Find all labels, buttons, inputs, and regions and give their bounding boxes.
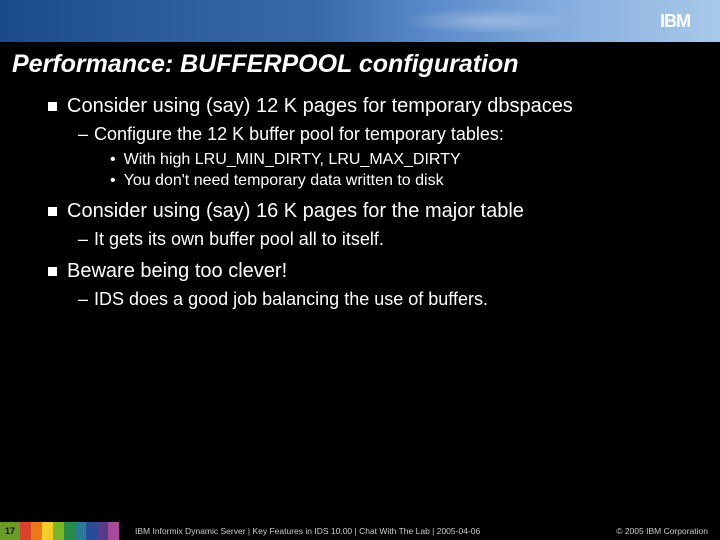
content-body: Consider using (say) 12 K pages for temp… [0, 85, 720, 310]
color-swatch [31, 522, 42, 540]
color-swatch [86, 522, 97, 540]
bullet-dot-1-1: • With high LRU_MIN_DIRTY, LRU_MAX_DIRTY [110, 151, 700, 169]
page-number: 17 [0, 522, 20, 540]
color-swatch [97, 522, 108, 540]
square-bullet-icon [48, 102, 57, 111]
sub-text: Configure the 12 K buffer pool for tempo… [94, 124, 504, 145]
bullet-sub-1-1: – Configure the 12 K buffer pool for tem… [78, 124, 700, 145]
color-swatch [108, 522, 119, 540]
bullet-text: Consider using (say) 12 K pages for temp… [67, 95, 573, 118]
color-swatch [53, 522, 64, 540]
bullet-main-2: Consider using (say) 16 K pages for the … [48, 200, 700, 223]
bullet-main-1: Consider using (say) 12 K pages for temp… [48, 95, 700, 118]
ibm-logo: IBM [660, 11, 690, 32]
bullet-dot-1-2: • You don't need temporary data written … [110, 172, 700, 190]
bullet-text: Beware being too clever! [67, 260, 287, 283]
square-bullet-icon [48, 207, 57, 216]
bullet-text: Consider using (say) 16 K pages for the … [67, 200, 524, 223]
slide-title: Performance: BUFFERPOOL configuration [0, 42, 720, 85]
bullet-main-3: Beware being too clever! [48, 260, 700, 283]
top-banner: IBM [0, 0, 720, 42]
dash-icon: – [78, 289, 88, 310]
dash-icon: – [78, 124, 88, 145]
dot-text: With high LRU_MIN_DIRTY, LRU_MAX_DIRTY [124, 151, 461, 169]
footer: 17 IBM Informix Dynamic Server | Key Fea… [0, 522, 720, 540]
dot-icon: • [110, 172, 116, 190]
dot-text: You don't need temporary data written to… [124, 172, 444, 190]
color-swatch [75, 522, 86, 540]
sub-text: It gets its own buffer pool all to itsel… [94, 229, 384, 250]
dot-icon: • [110, 151, 116, 169]
footer-center-text: IBM Informix Dynamic Server | Key Featur… [135, 526, 616, 536]
dash-icon: – [78, 229, 88, 250]
color-strip [20, 522, 119, 540]
color-swatch [20, 522, 31, 540]
sub-text: IDS does a good job balancing the use of… [94, 289, 488, 310]
color-swatch [64, 522, 75, 540]
bullet-sub-2-1: – It gets its own buffer pool all to its… [78, 229, 700, 250]
color-swatch [42, 522, 53, 540]
footer-copyright: © 2005 IBM Corporation [616, 526, 708, 536]
square-bullet-icon [48, 267, 57, 276]
bullet-sub-3-1: – IDS does a good job balancing the use … [78, 289, 700, 310]
